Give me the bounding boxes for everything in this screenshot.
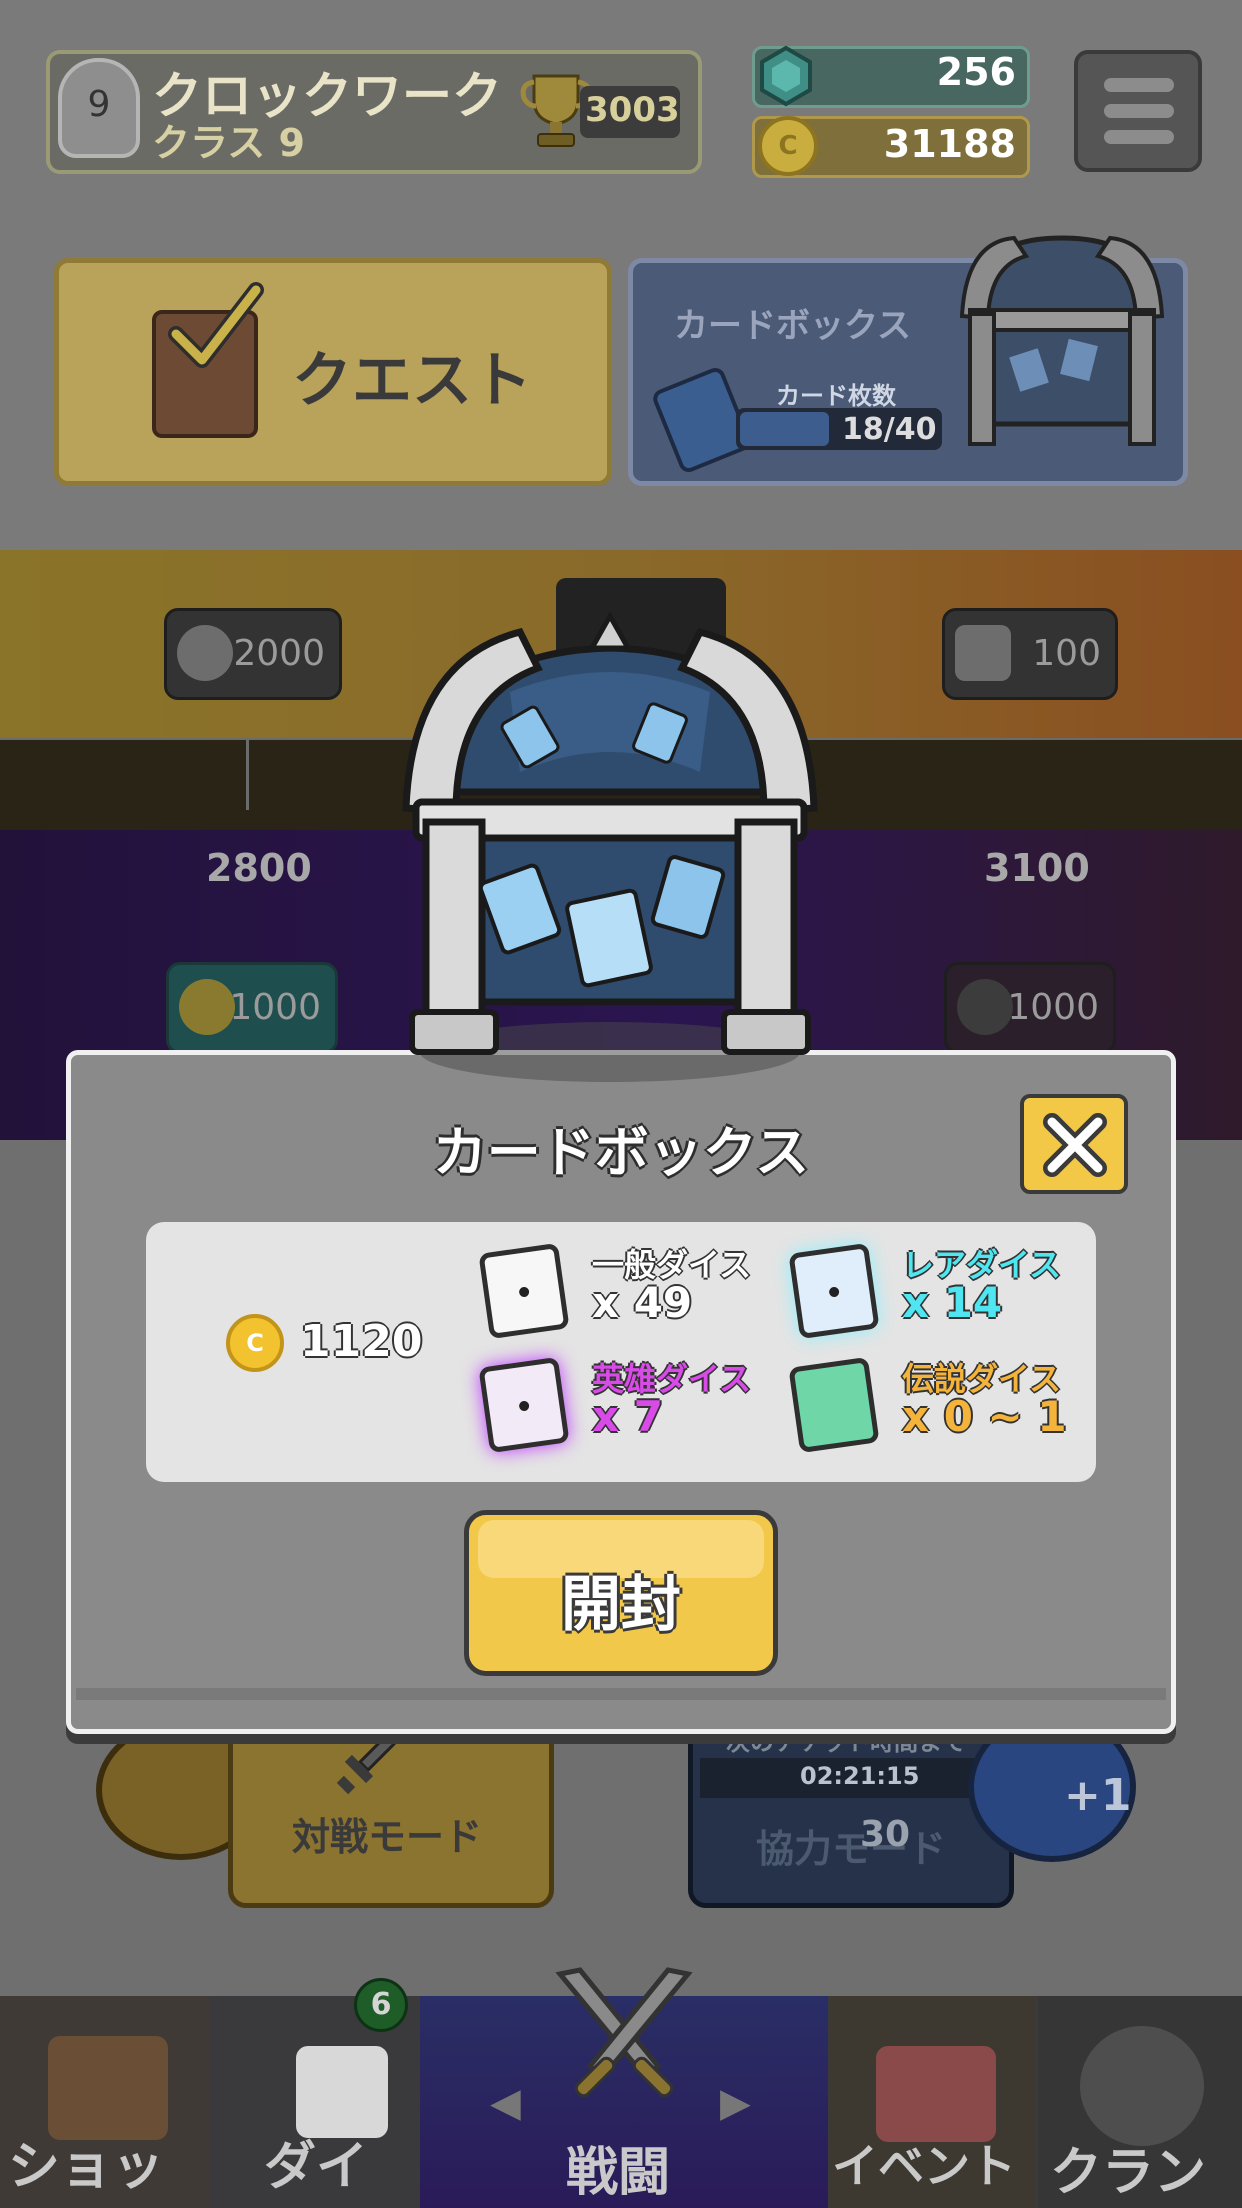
gem-icon (760, 45, 812, 107)
gem-icon (955, 625, 1011, 681)
hero-dice-count: x 7 (592, 1392, 663, 1441)
gold-count: 31188 (883, 122, 1016, 166)
nav-next-arrow-icon[interactable]: ▶ (720, 2080, 751, 2126)
crossed-swords-icon (555, 1967, 693, 2098)
coin-stack-icon (179, 979, 235, 1035)
nav-tab-clan[interactable]: クラン (1038, 1996, 1242, 2208)
open-button-label: 開封 (561, 1570, 681, 1640)
coop-timer: 02:21:15 (800, 1762, 920, 1790)
legend-dice-count: x 0 ~ 1 (902, 1392, 1067, 1441)
coop-ticket-cost: 30 (860, 1814, 911, 1855)
gold-coin-icon: C (226, 1314, 284, 1372)
rare-dice-count: x 14 (902, 1278, 1003, 1327)
modal-title: カードボックス (432, 1121, 810, 1184)
nav-tab-battle[interactable]: ◀ ▶ 戦闘 (420, 1967, 828, 2208)
close-button[interactable] (1020, 1094, 1128, 1194)
nav-tab-clan-label: クラン (1050, 2143, 1207, 2203)
card-count-value: 18/40 (842, 412, 937, 447)
card-count-label: カード枚数 (776, 382, 896, 410)
coin-stack-icon (957, 979, 1013, 1035)
gold-coin-icon: C (758, 116, 818, 176)
dice-notification-badge: 6 (354, 1978, 408, 2032)
gem-count: 256 (936, 50, 1016, 94)
menu-icon (1104, 78, 1174, 92)
clan-laurel-icon (1080, 2026, 1204, 2146)
nav-tab-battle-label: 戦闘 (566, 2143, 671, 2203)
reward-amount: 1000 (1007, 987, 1099, 1028)
card-count-progress-fill (740, 412, 829, 446)
close-icon (1043, 1113, 1107, 1177)
coin-stack-icon (177, 625, 233, 681)
event-crown-icon (876, 2046, 996, 2142)
road-reward-gold[interactable]: 1000 (944, 962, 1116, 1054)
reward-amount: 100 (1032, 633, 1101, 674)
coop-mode-label: 協力モード (756, 1827, 947, 1871)
handshake-plus: +1 (1064, 1770, 1132, 1821)
menu-icon-line (1104, 130, 1174, 144)
road-reward-gold[interactable]: 1000 (166, 962, 338, 1054)
rank-badge-icon: 9 (58, 58, 140, 158)
road-reward-gem[interactable]: 100 (942, 608, 1118, 700)
menu-icon-line (1104, 104, 1174, 118)
divider (246, 740, 249, 810)
card-box-title: カードボックス (674, 306, 911, 346)
trophy-milestone: 3100 (984, 846, 1090, 890)
rare-dice-card-icon (788, 1242, 880, 1340)
common-dice-count: x 49 (592, 1278, 693, 1327)
reward-amount: 2000 (233, 633, 325, 674)
nav-tab-shop-label: ショップ (8, 2137, 165, 2197)
checkmark-icon (168, 282, 264, 368)
nav-tab-event[interactable]: イベント (830, 1996, 1036, 2208)
trophy-count: 3003 (585, 90, 680, 130)
nav-prev-arrow-icon[interactable]: ◀ (490, 2080, 521, 2126)
battle-mode-label: 対戦モード (292, 1815, 483, 1859)
gold-reward-amount: 1120 (300, 1316, 423, 1367)
nav-tab-dice-label: ダイス (264, 2137, 369, 2197)
road-reward-gold[interactable]: 2000 (164, 608, 342, 700)
common-dice-card-icon (478, 1242, 570, 1340)
player-class: クラス 9 (152, 121, 305, 165)
quest-label: クエスト (292, 346, 532, 416)
nav-tab-shop[interactable]: ショップ (0, 1996, 210, 2208)
legend-dice-card-icon (788, 1356, 880, 1454)
small-chest-icon (959, 235, 1165, 446)
hero-dice-card-icon (478, 1356, 570, 1454)
trophy-milestone: 2800 (206, 846, 312, 890)
reward-amount: 1000 (229, 987, 321, 1028)
modal-footer-edge (76, 1688, 1166, 1700)
card-box-chest-icon (402, 612, 818, 1082)
nav-tab-event-label: イベント (832, 2139, 1016, 2193)
